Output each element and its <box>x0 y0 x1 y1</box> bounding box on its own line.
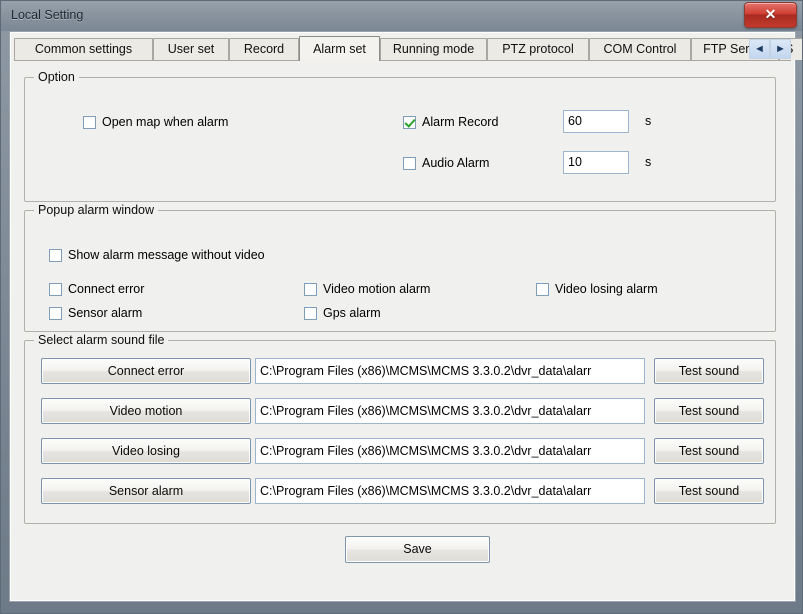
option-group-title: Option <box>34 70 79 84</box>
alarm-record-unit: s <box>645 114 652 128</box>
audio-alarm-checkbox-box[interactable] <box>403 156 416 170</box>
tab-com-control[interactable]: COM Control <box>589 38 691 60</box>
sound-path-input-sensor-alarm[interactable]: C:\Program Files (x86)\MCMS\MCMS 3.3.0.2… <box>255 478 645 504</box>
select-alarm-sound-file-group: Select alarm sound file Connect error C:… <box>24 333 776 524</box>
video-losing-alarm-label: Video losing alarm <box>555 282 658 296</box>
tab-running-mode[interactable]: Running mode <box>380 38 487 60</box>
save-button[interactable]: Save <box>345 536 490 563</box>
sensor-alarm-checkbox-box[interactable] <box>49 306 62 320</box>
tab-ptz-protocol[interactable]: PTZ protocol <box>487 38 589 60</box>
option-group: Option Open map when alarm Alarm Record … <box>24 70 776 202</box>
close-button[interactable]: ✕ <box>744 2 797 28</box>
popup-alarm-window-group: Popup alarm window Show alarm message wi… <box>24 203 776 332</box>
sound-select-button-sensor-alarm[interactable]: Sensor alarm <box>41 478 251 504</box>
title-bar[interactable]: Local Setting ✕ <box>1 1 802 31</box>
connect-error-checkbox-box[interactable] <box>49 282 62 296</box>
checkbox-video-losing-alarm[interactable]: Video losing alarm <box>536 282 658 296</box>
test-sound-button-sensor-alarm[interactable]: Test sound <box>654 478 764 504</box>
video-losing-alarm-checkbox-box[interactable] <box>536 282 549 296</box>
open-map-label: Open map when alarm <box>102 115 229 129</box>
video-motion-alarm-checkbox-box[interactable] <box>304 282 317 296</box>
sound-select-button-connect-error[interactable]: Connect error <box>41 358 251 384</box>
show-message-label: Show alarm message without video <box>68 248 265 262</box>
checkbox-show-alarm-message-without-video[interactable]: Show alarm message without video <box>49 248 265 262</box>
alarm-record-checkbox-box[interactable] <box>403 115 416 129</box>
checkbox-audio-alarm[interactable]: Audio Alarm <box>403 156 489 170</box>
checkbox-sensor-alarm[interactable]: Sensor alarm <box>49 306 142 320</box>
connect-error-label: Connect error <box>68 282 145 296</box>
video-motion-alarm-label: Video motion alarm <box>323 282 431 296</box>
tab-scroll-right-button[interactable]: ► <box>770 39 791 59</box>
sound-path-input-video-motion[interactable]: C:\Program Files (x86)\MCMS\MCMS 3.3.0.2… <box>255 398 645 424</box>
sound-path-input-connect-error[interactable]: C:\Program Files (x86)\MCMS\MCMS 3.3.0.2… <box>255 358 645 384</box>
sound-path-input-video-losing[interactable]: C:\Program Files (x86)\MCMS\MCMS 3.3.0.2… <box>255 438 645 464</box>
tab-strip: Common settings User set Record Alarm se… <box>14 36 802 61</box>
tab-user-set[interactable]: User set <box>153 38 229 60</box>
alarm-record-seconds-input[interactable]: 60 <box>563 110 629 133</box>
test-sound-button-connect-error[interactable]: Test sound <box>654 358 764 384</box>
local-setting-window: Local Setting ✕ Common settings User set… <box>0 0 803 614</box>
audio-alarm-unit: s <box>645 155 652 169</box>
close-icon: ✕ <box>764 6 777 22</box>
checkbox-gps-alarm[interactable]: Gps alarm <box>304 306 381 320</box>
tab-record[interactable]: Record <box>229 38 299 60</box>
tab-common-settings[interactable]: Common settings <box>14 38 153 60</box>
sound-select-button-video-losing[interactable]: Video losing <box>41 438 251 464</box>
checkbox-video-motion-alarm[interactable]: Video motion alarm <box>304 282 430 296</box>
checkbox-open-map-when-alarm[interactable]: Open map when alarm <box>83 115 228 129</box>
gps-alarm-checkbox-box[interactable] <box>304 306 317 320</box>
tab-alarm-set[interactable]: Alarm set <box>299 36 380 61</box>
dialog-client-area: Common settings User set Record Alarm se… <box>9 31 802 602</box>
tab-scroll-left-button[interactable]: ◄ <box>749 39 770 59</box>
audio-alarm-seconds-input[interactable]: 10 <box>563 151 629 174</box>
sound-select-button-video-motion[interactable]: Video motion <box>41 398 251 424</box>
show-message-checkbox-box[interactable] <box>49 248 62 262</box>
open-map-checkbox-box[interactable] <box>83 115 96 129</box>
test-sound-button-video-losing[interactable]: Test sound <box>654 438 764 464</box>
sound-group-title: Select alarm sound file <box>34 333 169 347</box>
alarm-record-label: Alarm Record <box>422 115 499 129</box>
gps-alarm-label: Gps alarm <box>323 306 381 320</box>
tab-underline <box>14 60 791 61</box>
checkbox-connect-error[interactable]: Connect error <box>49 282 144 296</box>
audio-alarm-label: Audio Alarm <box>422 156 490 170</box>
popup-group-title: Popup alarm window <box>34 203 159 217</box>
checkbox-alarm-record[interactable]: Alarm Record <box>403 115 498 129</box>
test-sound-button-video-motion[interactable]: Test sound <box>654 398 764 424</box>
window-title: Local Setting <box>11 8 84 22</box>
sensor-alarm-label: Sensor alarm <box>68 306 143 320</box>
